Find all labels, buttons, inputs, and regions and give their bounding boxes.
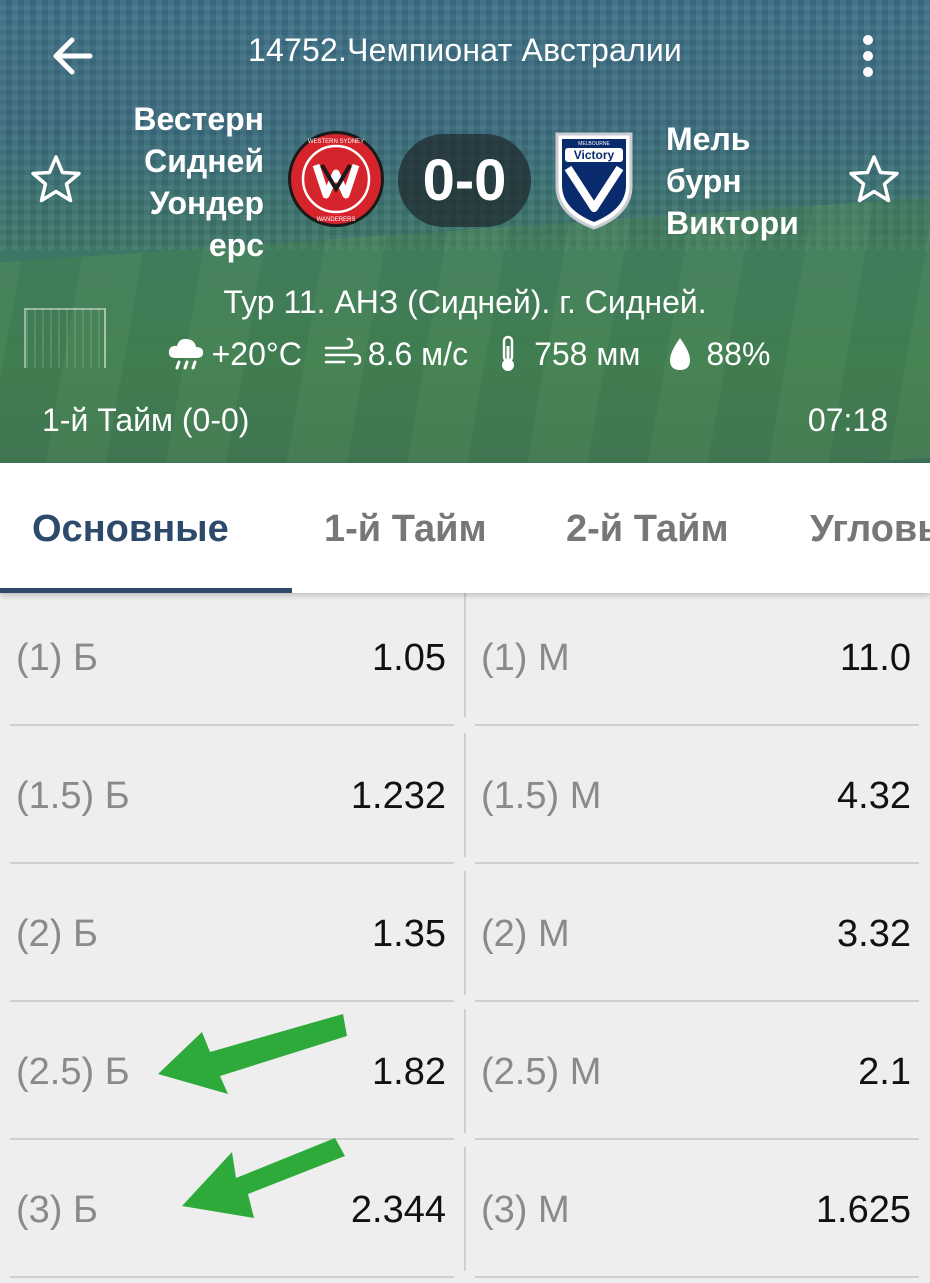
more-vert-icon [863, 35, 873, 77]
odds-label: (2.5) М [481, 1051, 602, 1093]
odds-under-cell[interactable]: (2.5) М 2.1 [475, 1007, 919, 1145]
home-team-name: Вестерн Сидней Уондер ерс [44, 98, 264, 266]
away-team-name: Мель бурн Виктори [666, 118, 846, 244]
odds-value: 1.232 [350, 775, 446, 817]
column-divider [464, 871, 466, 995]
svg-text:Victory: Victory [574, 148, 615, 162]
row-divider [475, 1138, 919, 1140]
weather-temperature: +20°C [211, 335, 302, 372]
home-team-name-line: Уондер [149, 185, 264, 221]
favorite-away-button[interactable] [846, 152, 902, 208]
tab-main[interactable]: Основные [32, 463, 229, 593]
annotation-arrow-icon [182, 1138, 345, 1218]
odds-value: 1.05 [372, 637, 446, 679]
match-score: 0-0 [398, 134, 531, 227]
odds-value: 2.1 [858, 1051, 911, 1093]
odds-label: (2) М [481, 913, 570, 955]
home-team-name-line: Вестерн [133, 101, 264, 137]
odds-label: (1) М [481, 637, 570, 679]
more-menu-button[interactable] [848, 32, 888, 80]
odds-label: (1.5) М [481, 775, 602, 817]
page-title: 14752.Чемпионат Австралии [248, 32, 682, 68]
match-venue-info: Тур 11. АНЗ (Сидней). г. Сидней. [223, 284, 707, 320]
column-divider [464, 733, 466, 857]
odds-value: 2.344 [350, 1189, 446, 1231]
home-team-name-line: Сидней [144, 143, 264, 179]
weather-pressure: 758 мм [534, 335, 641, 372]
row-divider [475, 1000, 919, 1002]
odds-label: (3) М [481, 1189, 570, 1231]
odds-value: 11.0 [839, 637, 911, 679]
odds-over-cell[interactable]: (1.5) Б 1.232 [10, 731, 454, 869]
home-team-name-line: ерс [208, 227, 264, 263]
wind-icon [324, 337, 362, 366]
active-tab-indicator [0, 588, 292, 593]
column-divider [464, 593, 466, 717]
odds-label: (3) Б [16, 1189, 98, 1231]
wanderers-crest-icon: WESTERN SYDNEY WANDERERS [288, 131, 384, 227]
row-divider [10, 1000, 454, 1002]
away-team-name-line: Мель [666, 121, 751, 157]
odds-under-cell[interactable]: (3) М 1.625 [475, 1145, 919, 1283]
water-drop-icon [670, 338, 691, 370]
odds-grid: (1) Б 1.05 (1) М 11.0 (1.5) Б 1.232 (1.5… [0, 593, 930, 1280]
tab-first-half[interactable]: 1-й Тайм [324, 463, 487, 593]
annotation-arrow-icon [158, 1014, 347, 1094]
odds-value: 3.32 [837, 913, 911, 955]
row-divider [475, 1276, 919, 1278]
tab-second-half[interactable]: 2-й Тайм [566, 463, 729, 593]
weather-humidity: 88% [706, 335, 771, 372]
weather-wind: 8.6 м/с [367, 335, 469, 372]
tab-corners[interactable]: Угловые [810, 463, 930, 593]
odds-value: 1.82 [372, 1051, 446, 1093]
odds-under-cell[interactable]: (1.5) М 4.32 [475, 731, 919, 869]
victory-crest-icon: Victory MELBOURNE [555, 132, 633, 230]
odds-value: 4.32 [837, 775, 911, 817]
weather-row: +20°C 8.6 м/с 758 мм 88% [0, 334, 930, 374]
thermometer-icon [502, 335, 515, 371]
star-outline-icon [849, 155, 899, 203]
odds-label: (2.5) Б [16, 1051, 130, 1093]
match-clock: 07:18 [807, 402, 888, 438]
column-divider [464, 1009, 466, 1133]
odds-under-cell[interactable]: (1) М 11.0 [475, 593, 919, 731]
away-team-name-line: бурн [666, 163, 742, 199]
odds-value: 1.35 [372, 913, 446, 955]
odds-label: (1.5) Б [16, 775, 130, 817]
row-divider [10, 862, 454, 864]
away-team-logo: Victory MELBOURNE [551, 128, 637, 232]
match-period: 1-й Тайм (0-0) [42, 402, 250, 438]
odds-label: (2) Б [16, 913, 98, 955]
column-divider [464, 1147, 466, 1271]
odds-over-cell[interactable]: (2) Б 1.35 [10, 869, 454, 1007]
row-divider [10, 724, 454, 726]
odds-over-cell[interactable]: (1) Б 1.05 [10, 593, 454, 731]
row-divider [475, 862, 919, 864]
svg-text:WANDERERS: WANDERERS [317, 217, 356, 223]
home-team-logo: WESTERN SYDNEY WANDERERS [286, 129, 386, 229]
row-divider [10, 1276, 454, 1278]
row-divider [475, 724, 919, 726]
odds-label: (1) Б [16, 637, 98, 679]
odds-under-cell[interactable]: (2) М 3.32 [475, 869, 919, 1007]
match-header: 14752.Чемпионат Австралии Вестерн Сидней… [0, 0, 930, 463]
market-tabs: Основные 1-й Тайм 2-й Тайм Угловые [0, 463, 930, 593]
cloud-rain-icon [168, 338, 203, 370]
away-team-name-line: Виктори [666, 205, 799, 241]
svg-text:MELBOURNE: MELBOURNE [578, 141, 610, 147]
svg-text:WESTERN SYDNEY: WESTERN SYDNEY [308, 139, 364, 145]
odds-value: 1.625 [815, 1189, 911, 1231]
